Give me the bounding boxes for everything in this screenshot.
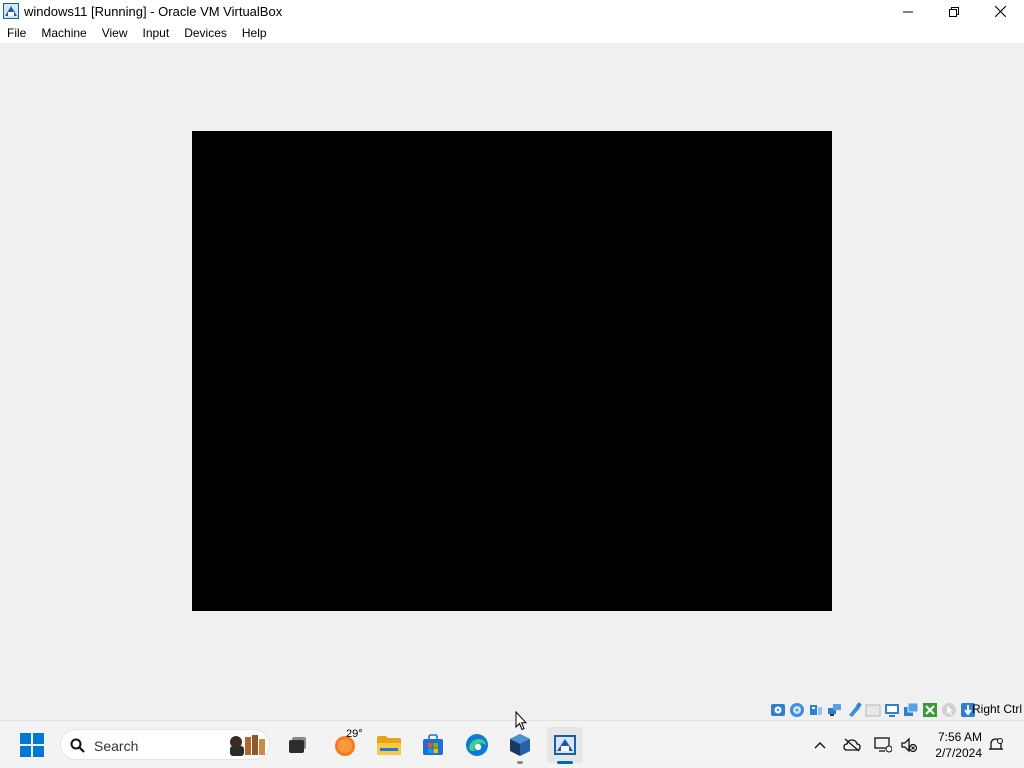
menu-devices[interactable]: Devices [177, 23, 235, 43]
restore-button[interactable] [931, 0, 977, 23]
usb-icon[interactable] [846, 702, 862, 718]
menu-bar: File Machine View Input Devices Help [0, 23, 1024, 43]
active-indicator [557, 761, 573, 764]
chevron-up-icon [814, 742, 826, 749]
vm-window-button[interactable] [547, 727, 583, 764]
taskbar: Search 29° 7:56 AM 2/7/2024 [0, 720, 1024, 768]
folder-icon [377, 736, 401, 755]
menu-help[interactable]: Help [235, 23, 275, 43]
task-view-icon [289, 737, 306, 753]
audio-icon[interactable] [808, 702, 824, 718]
cpu-icon[interactable] [922, 702, 938, 718]
menu-file[interactable]: File [0, 23, 34, 43]
weather-widget-button[interactable]: 29° [328, 727, 364, 763]
menu-machine[interactable]: Machine [34, 23, 94, 43]
onedrive-tray-button[interactable] [842, 735, 862, 755]
status-bar: Right Ctrl [0, 699, 1024, 721]
close-icon [994, 6, 1006, 17]
network-tray-button[interactable] [873, 735, 893, 755]
microsoft-store-button[interactable] [415, 727, 451, 763]
minimize-icon [903, 11, 913, 12]
menu-view[interactable]: View [95, 23, 136, 43]
task-view-button[interactable] [280, 727, 316, 763]
clock[interactable]: 7:56 AM 2/7/2024 [935, 729, 982, 761]
mouse-cursor-icon [515, 711, 527, 731]
restore-icon [949, 6, 959, 17]
close-button[interactable] [977, 0, 1023, 23]
clock-time: 7:56 AM [937, 730, 982, 744]
hard-disk-icon[interactable] [770, 702, 786, 718]
start-button[interactable] [14, 727, 50, 763]
notification-icon [989, 738, 1003, 750]
search-box[interactable]: Search [60, 729, 270, 760]
recording-icon[interactable] [903, 702, 919, 718]
virtualbox-manager-button[interactable] [502, 727, 538, 764]
show-hidden-icons-button[interactable] [810, 735, 830, 755]
search-icon [70, 738, 85, 753]
menu-input[interactable]: Input [136, 23, 178, 43]
edge-icon [466, 734, 488, 756]
vm-display[interactable] [192, 131, 832, 611]
onedrive-icon [843, 738, 861, 752]
virtualbox-vm-icon [554, 735, 576, 755]
network-icon [874, 737, 892, 753]
notification-center-button[interactable] [986, 735, 1006, 755]
volume-tray-button[interactable] [899, 735, 919, 755]
weather-temp: 29° [346, 728, 363, 740]
window-title: windows11 [Running] - Oracle VM VirtualB… [24, 4, 283, 19]
file-explorer-button[interactable] [371, 727, 407, 763]
optical-drive-icon[interactable] [789, 702, 805, 718]
volume-muted-icon [901, 737, 918, 753]
clock-date: 2/7/2024 [935, 746, 982, 760]
network-icon[interactable] [827, 702, 843, 718]
minimize-button[interactable] [885, 0, 931, 23]
search-placeholder: Search [94, 738, 139, 754]
windows-start-icon [20, 733, 44, 757]
mouse-integration-icon[interactable] [941, 702, 957, 718]
shared-folders-icon[interactable] [865, 702, 881, 718]
title-bar: windows11 [Running] - Oracle VM VirtualB… [0, 0, 1024, 23]
virtualbox-icon [3, 3, 19, 19]
search-highlight-icon [230, 735, 265, 756]
display-icon[interactable] [884, 702, 900, 718]
store-icon [423, 734, 443, 755]
virtualbox-icon [510, 734, 530, 756]
edge-button[interactable] [459, 727, 495, 763]
host-key-label: Right Ctrl [971, 702, 1022, 716]
running-indicator [517, 761, 523, 764]
